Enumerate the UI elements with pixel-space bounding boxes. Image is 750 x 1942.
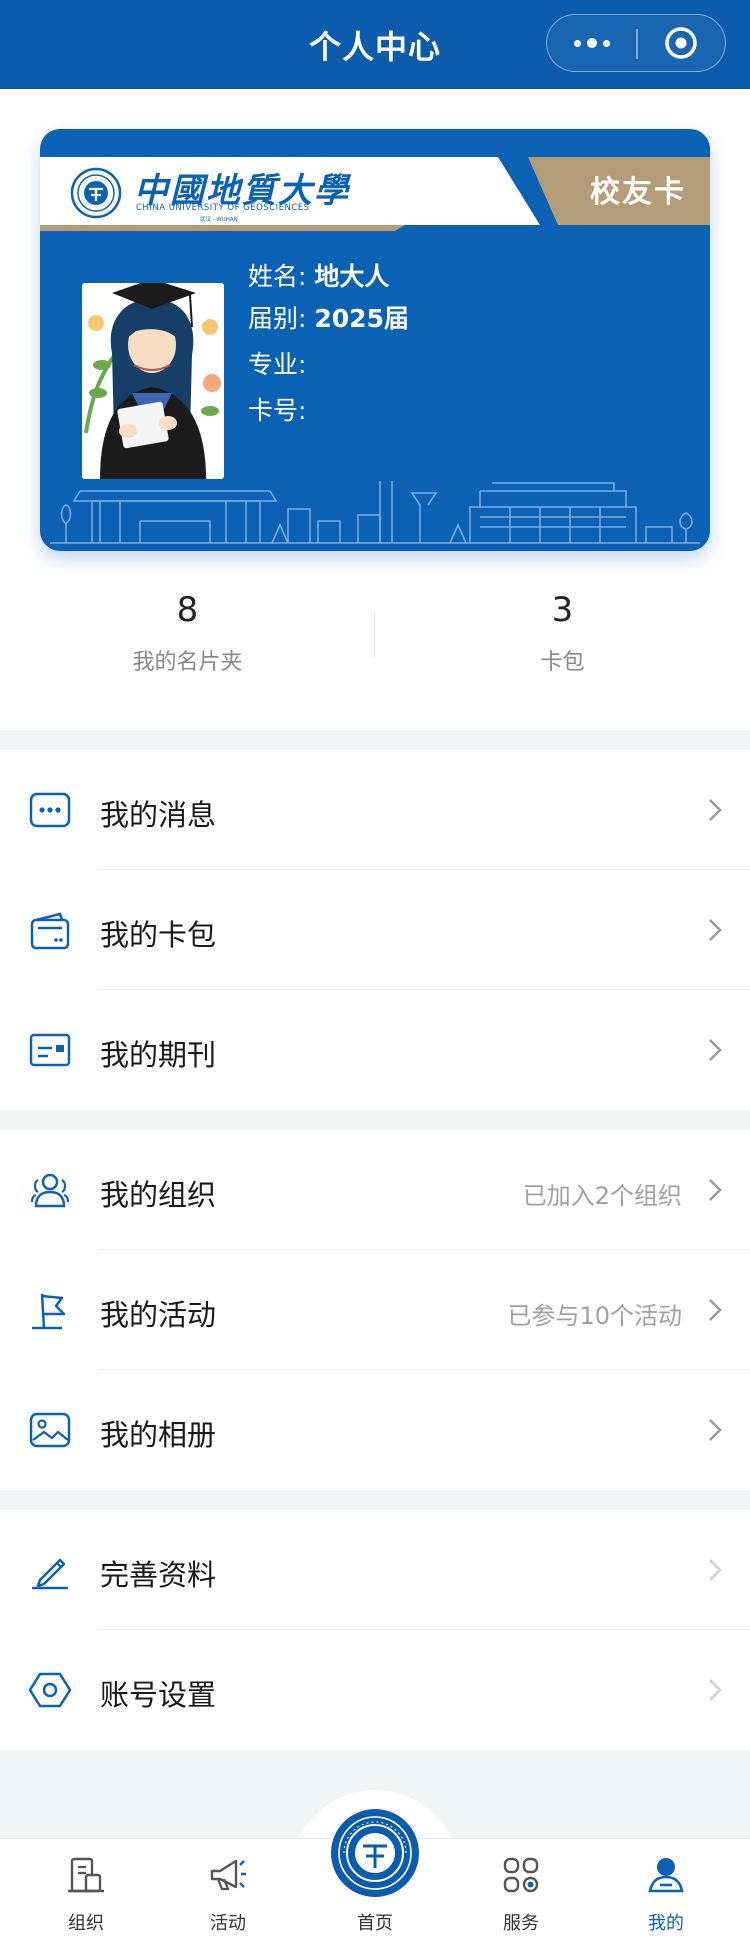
menu-group-3: 完善资料 账号设置 xyxy=(0,1510,750,1750)
menu-item-account-settings[interactable]: 账号设置 xyxy=(0,1630,750,1750)
edit-icon xyxy=(32,1558,68,1590)
photo-icon xyxy=(29,1412,71,1448)
settings-icon xyxy=(28,1672,72,1708)
chevron-right-icon xyxy=(709,1179,722,1201)
chevron-right-icon xyxy=(709,1419,722,1441)
menu-label: 我的期刊 xyxy=(100,1038,217,1072)
school-name-en: CHINA UNIVERSITY OF GEOSCIENCES xyxy=(136,203,310,213)
card-holder-count: 8 xyxy=(176,590,199,630)
university-seal-icon xyxy=(70,167,122,219)
class-year-label: 届别: xyxy=(248,304,307,333)
grid-icon xyxy=(503,1857,539,1893)
organization-icon xyxy=(68,1857,104,1893)
home-seal-icon[interactable] xyxy=(330,1808,420,1898)
user-icon xyxy=(648,1858,684,1893)
class-year-value: 2025届 xyxy=(314,304,409,333)
chevron-right-icon xyxy=(709,919,722,941)
card-class-year-field: 届别: 2025届 xyxy=(248,299,409,335)
tab-label: 我的 xyxy=(648,1913,684,1934)
chevron-right-icon xyxy=(709,1559,722,1581)
menu-label: 我的活动 xyxy=(100,1298,217,1332)
card-major-field: 专业: xyxy=(248,345,306,381)
card-gold-line xyxy=(40,225,405,231)
tab-label: 服务 xyxy=(503,1913,539,1934)
tab-label: 首页 xyxy=(357,1913,393,1934)
graduate-avatar-illustration xyxy=(82,283,224,479)
menu-item-messages[interactable]: 我的消息 xyxy=(0,750,750,870)
tab-organizations[interactable]: 组织 xyxy=(11,1839,161,1942)
name-label: 姓名: xyxy=(248,262,307,291)
menu-label: 我的相册 xyxy=(100,1418,217,1452)
chevron-right-icon xyxy=(709,1679,722,1701)
close-button[interactable] xyxy=(637,15,725,71)
menu-item-wallet[interactable]: 我的卡包 xyxy=(0,870,750,990)
menu-label: 账号设置 xyxy=(100,1678,217,1712)
menu-label: 完善资料 xyxy=(100,1558,217,1592)
mini-program-capsule xyxy=(546,14,726,72)
close-target-icon xyxy=(665,27,697,59)
chevron-right-icon xyxy=(709,1299,722,1321)
menu-label: 我的卡包 xyxy=(100,918,217,952)
card-number-field: 卡号: xyxy=(248,391,306,427)
more-dot-icon xyxy=(586,38,597,48)
card-type-label: 校友卡 xyxy=(590,175,686,210)
tab-label: 活动 xyxy=(210,1913,246,1934)
more-dot-icon xyxy=(573,39,581,47)
nav-bar: 个人中心 xyxy=(0,0,750,89)
tab-mine[interactable]: 我的 xyxy=(591,1839,741,1942)
menu-item-activities[interactable]: 我的活动 已参与10个活动 xyxy=(0,1250,750,1370)
chevron-right-icon xyxy=(709,1039,722,1061)
tab-services[interactable]: 服务 xyxy=(446,1839,596,1942)
menu-label: 我的消息 xyxy=(100,798,217,832)
campus-skyline-illustration xyxy=(50,481,700,544)
major-label: 专业: xyxy=(248,350,307,379)
people-icon xyxy=(30,1173,70,1208)
card-number-label: 卡号: xyxy=(248,396,307,425)
menu-item-albums[interactable]: 我的相册 xyxy=(0,1370,750,1490)
activity-count: 已参与10个活动 xyxy=(507,1302,682,1330)
more-dot-icon xyxy=(602,39,610,47)
wallet-count: 3 xyxy=(551,590,574,630)
more-button[interactable] xyxy=(547,15,636,71)
card-holder-stat[interactable]: 8 我的名片夹 xyxy=(0,590,375,676)
name-value: 地大人 xyxy=(314,262,390,291)
menu-item-organizations[interactable]: 我的组织 已加入2个组织 xyxy=(0,1130,750,1250)
flag-icon xyxy=(32,1293,66,1330)
wallet-label: 卡包 xyxy=(540,650,585,675)
journal-icon xyxy=(29,1033,71,1067)
alumni-card[interactable]: 校友卡 中國地質大學 CHINA UNIVERSITY OF GEOSCIENC… xyxy=(40,129,710,551)
megaphone-icon xyxy=(210,1859,246,1891)
tab-label: 组织 xyxy=(68,1913,104,1934)
menu-group-2: 我的组织 已加入2个组织 我的活动 已参与10个活动 我的相册 xyxy=(0,1130,750,1490)
card-holder-label: 我的名片夹 xyxy=(132,650,243,675)
wallet-stat[interactable]: 3 卡包 xyxy=(375,590,750,676)
menu-item-edit-profile[interactable]: 完善资料 xyxy=(0,1510,750,1630)
menu-item-journals[interactable]: 我的期刊 xyxy=(0,990,750,1110)
tab-activities[interactable]: 活动 xyxy=(153,1839,303,1942)
menu-label: 我的组织 xyxy=(100,1178,217,1212)
card-name-field: 姓名: 地大人 xyxy=(248,257,389,293)
organization-count: 已加入2个组织 xyxy=(522,1182,682,1210)
message-icon xyxy=(29,792,71,828)
wallet-icon xyxy=(30,912,70,950)
school-subtitle: 武汉 · WUHAN xyxy=(200,217,238,223)
chevron-right-icon xyxy=(709,799,722,821)
menu-group-1: 我的消息 我的卡包 我的期刊 xyxy=(0,750,750,1110)
